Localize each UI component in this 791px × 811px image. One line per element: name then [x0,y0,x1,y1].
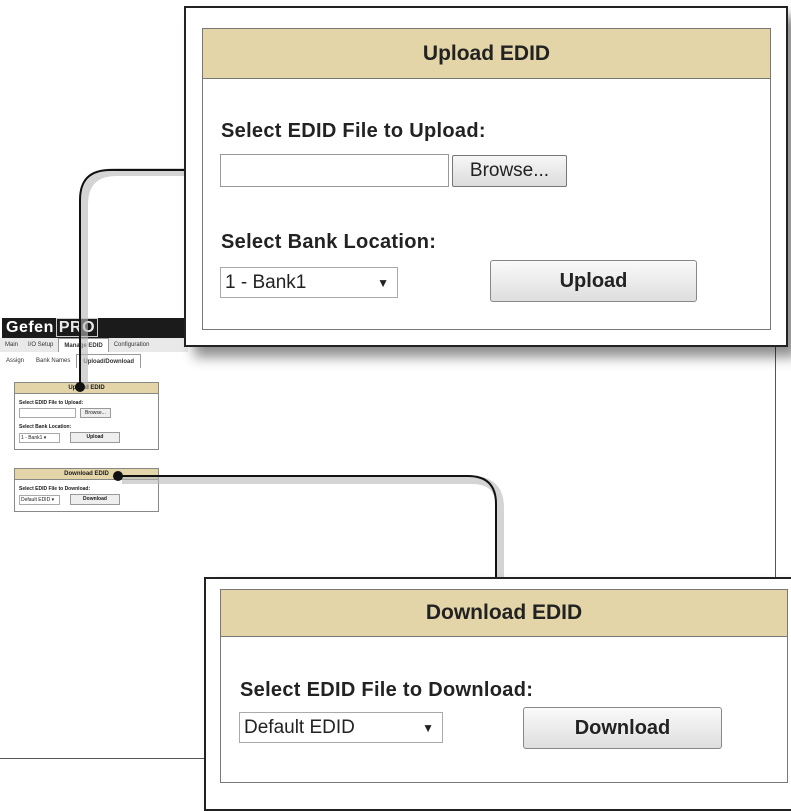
chevron-down-icon: ▼ [422,720,434,735]
main-tab-bar: Main I/O Setup Manage EDID Configuration [0,338,188,352]
tab-configuration[interactable]: Configuration [109,338,155,352]
bank-location-select[interactable]: 1 - Bank1 ▼ [220,267,398,298]
tab-manage-edid[interactable]: Manage EDID [58,338,109,352]
mini-download-value: Default EDID [21,496,51,503]
sub-tab-bar: Assign Bank Names Upload/Download [0,354,188,368]
tab-main[interactable]: Main [0,338,23,352]
brand-logo: Gefen PRO [2,318,192,338]
tab-io-setup[interactable]: I/O Setup [23,338,58,352]
upload-zoom-callout: Upload EDID Select EDID File to Upload: … [184,6,788,347]
upload-file-input[interactable] [220,154,449,187]
mini-upload-file-label: Select EDID File to Upload: [19,400,84,406]
mini-download-title: Download EDID [15,469,158,480]
subtab-assign[interactable]: Assign [0,354,30,368]
upload-button[interactable]: Upload [490,260,697,302]
brand-suffix: PRO [55,318,99,337]
mini-download-file-label: Select EDID File to Download: [19,486,91,492]
brand-prefix: Gefen [6,319,54,336]
download-file-select[interactable]: Default EDID ▼ [239,712,443,743]
download-zoom-callout: Download EDID Select EDID File to Downlo… [204,577,791,811]
mini-download-panel: Download EDID Select EDID File to Downlo… [14,468,159,512]
bank-location-label: Select Bank Location: [221,231,437,253]
mini-bank-label: Select Bank Location: [19,424,72,430]
mini-browse-button[interactable]: Browse... [80,408,111,418]
chevron-down-icon: ▼ [377,275,389,290]
mini-download-button[interactable]: Download [70,494,120,505]
upload-file-label: Select EDID File to Upload: [221,120,486,142]
download-panel-title: Download EDID [221,590,787,637]
download-file-label: Select EDID File to Download: [240,679,534,701]
mini-upload-title: Upload EDID [15,383,158,394]
subtab-bank-names[interactable]: Bank Names [30,354,76,368]
mini-bank-select[interactable]: 1 - Bank1 ▾ [19,432,60,443]
mini-bank-value: 1 - Bank1 [21,434,43,441]
mini-file-input[interactable] [19,408,76,418]
browse-button[interactable]: Browse... [452,155,567,187]
download-edid-panel: Download EDID Select EDID File to Downlo… [220,589,788,783]
upload-panel-title: Upload EDID [203,29,770,79]
mini-upload-button[interactable]: Upload [70,432,120,443]
mini-upload-panel: Upload EDID Select EDID File to Upload: … [14,382,159,450]
subtab-upload-download[interactable]: Upload/Download [76,354,142,368]
mini-download-select[interactable]: Default EDID ▾ [19,494,60,505]
bank-location-value: 1 - Bank1 [225,271,307,293]
upload-edid-panel: Upload EDID Select EDID File to Upload: … [202,28,771,330]
download-file-value: Default EDID [244,716,355,738]
download-button[interactable]: Download [523,707,722,749]
